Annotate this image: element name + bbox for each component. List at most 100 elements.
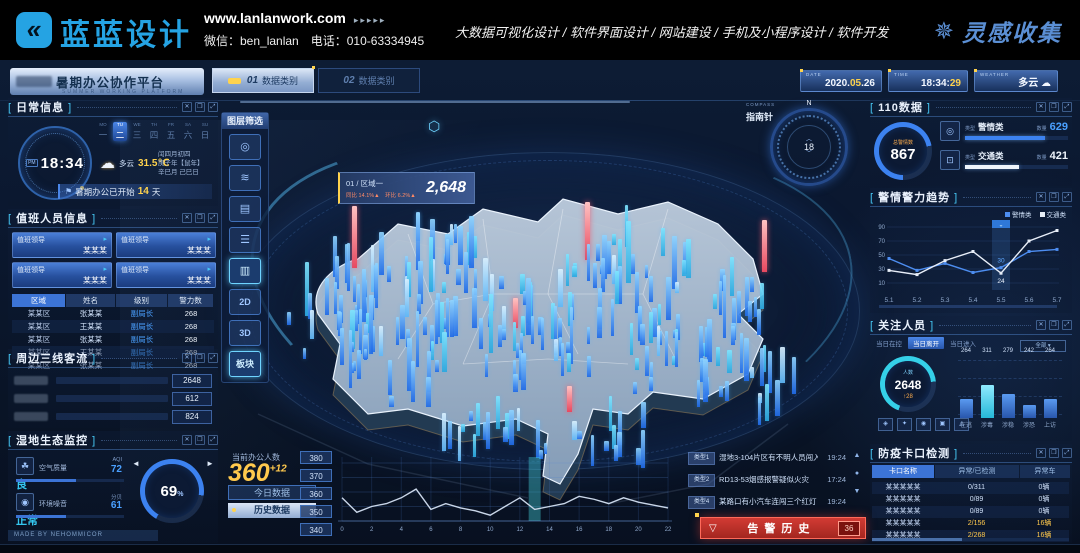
alert-tag: 类型2 (688, 474, 715, 487)
expand-icon[interactable]: ⤢ (1062, 102, 1072, 112)
panel-controls: ✕❒⤢ (182, 353, 218, 363)
scroll-down-icon[interactable]: ▼ (852, 488, 862, 495)
chevron-up-icon[interactable]: ︿ (806, 137, 812, 144)
window-icon[interactable]: ❒ (195, 213, 205, 223)
checkpoint-row[interactable]: 某某某某某0/3110辆 (872, 482, 1069, 494)
map-marker-icon[interactable]: ⬡ (428, 118, 440, 135)
alert-row[interactable]: 类型4某路口有小汽车连闯三个红灯19:24 (688, 496, 846, 509)
watch-filter-icon-2[interactable]: ✦ (897, 418, 912, 431)
duty-leader-card[interactable]: 值班领导 ▸某某某 (12, 232, 112, 258)
panel-title: 关注人员 (870, 317, 934, 333)
gauge-left-arrow[interactable]: ◄ (132, 459, 140, 468)
expand-icon[interactable]: ⤢ (208, 353, 218, 363)
watch-filter-icon-3[interactable]: ◉ (916, 418, 931, 431)
weekday-cell[interactable]: TU二 (113, 122, 127, 141)
expand-icon[interactable]: ⤢ (208, 435, 218, 445)
svg-text:5.2: 5.2 (912, 297, 921, 304)
close-icon[interactable]: ✕ (182, 102, 192, 112)
flow-bar-row: 2648 (14, 375, 212, 387)
checkpoint-header-tab[interactable]: 异常车 (1020, 465, 1070, 478)
sensor-icon[interactable]: ▤ (229, 196, 261, 222)
scroll-dot-icon[interactable]: ● (852, 470, 862, 477)
tab-data-category-1[interactable]: 01 数据类别 (212, 68, 314, 93)
bar-chart-icon[interactable]: ▥ (229, 258, 261, 284)
watch-filter-icon-1[interactable]: ◈ (878, 418, 893, 431)
close-icon[interactable]: ✕ (1036, 448, 1046, 458)
alert-row[interactable]: 类型2RD13-53烟感报警疑似火灾17:24 (688, 474, 846, 487)
checkpoint-rows: 某某某某某0/3110辆某某某某某0/890辆某某某某某0/890辆某某某某某2… (872, 482, 1069, 542)
arrow-icon: ▸ (207, 265, 211, 275)
list-icon[interactable]: ☰ (229, 227, 261, 253)
gauge-right-arrow[interactable]: ► (206, 459, 214, 468)
website-url[interactable]: www.lanlanwork.com▸▸▸▸▸ (204, 10, 386, 26)
alert-row[interactable]: 类型1湿地3-104片区有不明人员闯入19:24 (688, 452, 846, 465)
cloud-icon: ☁ (1041, 78, 1051, 89)
window-icon[interactable]: ❒ (1049, 448, 1059, 458)
panel-controls: ✕❒⤢ (182, 213, 218, 223)
weekday-cell[interactable]: SA六 (181, 122, 195, 141)
table-row[interactable]: 某某区张某某副局长268 (12, 333, 214, 346)
district-button[interactable]: 板块 (229, 351, 261, 377)
duty-table-header: 区域姓名级别警力数 (12, 294, 214, 307)
close-icon[interactable]: ✕ (1036, 320, 1046, 330)
compass-dial[interactable]: N ︿ 18 ﹀ (770, 108, 848, 186)
close-icon[interactable]: ✕ (182, 353, 192, 363)
radar-icon[interactable]: ≋ (229, 165, 261, 191)
watch-filter-icon-4[interactable]: ▣ (935, 418, 950, 431)
checkpoint-header-tab[interactable]: 异常/已检测 (935, 465, 1019, 478)
duty-leader-cards: 值班领导 ▸某某某值班领导 ▸某某某值班领导 ▸某某某值班领导 ▸某某某 (12, 232, 216, 288)
table-row[interactable]: 某某区王某某副局长268 (12, 320, 214, 333)
weekday-cell[interactable]: TH四 (147, 122, 161, 141)
expand-icon[interactable]: ⤢ (208, 213, 218, 223)
checkpoint-scrollbar[interactable] (872, 538, 1069, 541)
panel-controls: ✕❒⤢ (1036, 320, 1072, 330)
duty-leader-card[interactable]: 值班领导 ▸某某某 (12, 262, 112, 288)
svg-text:16: 16 (576, 527, 583, 533)
alert-text: RD13-53烟感报警疑似火灾 (719, 474, 818, 487)
weekday-cell[interactable]: MO一 (96, 122, 110, 141)
mode-3d-button[interactable]: 3D (229, 320, 261, 346)
alert-tag: 类型1 (688, 452, 715, 465)
column-header: 区域 (12, 294, 65, 307)
scroll-up-icon[interactable]: ▲ (852, 452, 862, 459)
weekday-cell[interactable]: WE三 (130, 122, 144, 141)
video-camera-icon[interactable]: ◎ (229, 134, 261, 160)
watch-tab[interactable]: 当日离开 (908, 337, 944, 349)
svg-text:0: 0 (340, 527, 344, 533)
expand-icon[interactable]: ⤢ (1062, 192, 1072, 202)
expand-icon[interactable]: ⤢ (1062, 448, 1072, 458)
window-icon[interactable]: ❒ (1049, 192, 1059, 202)
checkpoint-row[interactable]: 某某某某某0/890辆 (872, 494, 1069, 506)
checkpoint-row[interactable]: 某某某某某0/890辆 (872, 506, 1069, 518)
window-icon[interactable]: ❒ (195, 435, 205, 445)
tab-data-category-2[interactable]: 02 数据类别 (318, 68, 420, 93)
close-icon[interactable]: ✕ (182, 213, 192, 223)
expand-icon[interactable]: ⤢ (208, 102, 218, 112)
watch-tab[interactable]: 当日在控 (876, 338, 902, 348)
svg-text:14: 14 (546, 527, 553, 533)
table-row[interactable]: 某某区张某某副局长268 (12, 307, 214, 320)
window-icon[interactable]: ❒ (195, 353, 205, 363)
promo-banner: « 蓝蓝设计 www.lanlanwork.com▸▸▸▸▸ 微信：ben_la… (0, 0, 1080, 60)
checkpoint-header-tab[interactable]: 卡口名称 (872, 465, 934, 478)
window-icon[interactable]: ❒ (195, 102, 205, 112)
duty-name: 某某某 (187, 245, 211, 256)
close-icon[interactable]: ✕ (1036, 192, 1046, 202)
panel-trend: 警情警力趋势✕❒⤢ 警情类交通类 9070503010⌄24305.15.25.… (870, 188, 1072, 313)
window-icon[interactable]: ❒ (1049, 102, 1059, 112)
checkpoint-row[interactable]: 某某某某某2/15616辆 (872, 518, 1069, 530)
map-tooltip: 01 / 区域一 同比 14.1%▲ 环比 6.2%▲ 2,648 (338, 172, 475, 204)
mode-2d-button[interactable]: 2D (229, 289, 261, 315)
expand-icon[interactable]: ⤢ (1062, 320, 1072, 330)
weekday-cell[interactable]: FR五 (164, 122, 178, 141)
window-icon[interactable]: ❒ (1049, 320, 1059, 330)
alert-history-button[interactable]: ▽ 告警历史 36 (700, 517, 866, 539)
weekday-cell[interactable]: SU日 (198, 122, 212, 141)
duty-leader-card[interactable]: 值班领导 ▸某某某 (116, 232, 216, 258)
close-icon[interactable]: ✕ (182, 435, 192, 445)
duty-leader-card[interactable]: 值班领导 ▸某某某 (116, 262, 216, 288)
alert-text: 某路口有小汽车连闯三个红灯 (719, 496, 818, 509)
chevron-down-icon[interactable]: ﹀ (806, 151, 812, 158)
duty-role: 值班领导 (121, 235, 149, 245)
close-icon[interactable]: ✕ (1036, 102, 1046, 112)
